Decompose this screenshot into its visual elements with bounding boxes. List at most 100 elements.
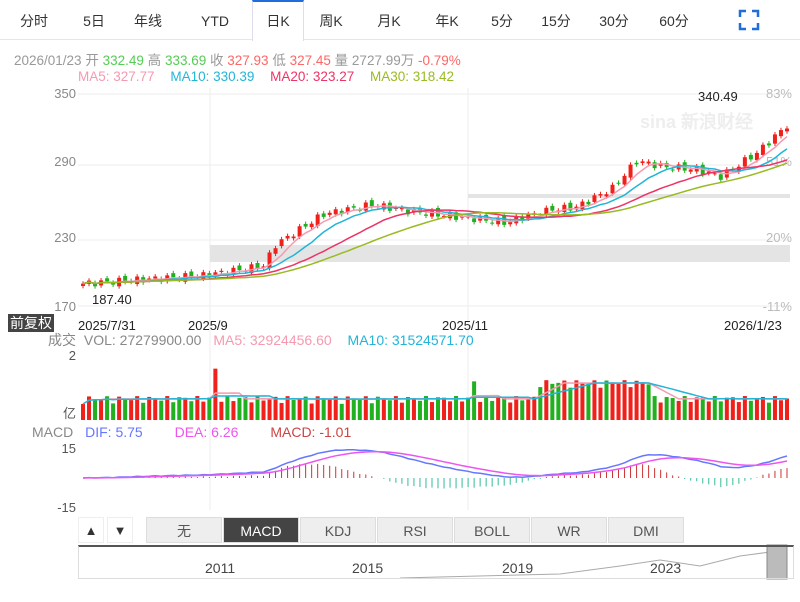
volume-bar [688,401,693,420]
volume-bar [502,397,507,420]
volume-bar [778,400,783,420]
volume-bar [592,380,597,420]
volume-bar [309,403,314,420]
volume-bar [586,383,591,420]
candle [369,200,374,207]
volume-bar [345,396,350,420]
price-axis-label: 290 [54,154,76,169]
candle [778,130,783,137]
candle [652,162,657,169]
kline-chart[interactable]: sina 新浪财经35029023017083%51%20%-11%340.49… [0,0,800,602]
candle [303,223,308,227]
volume-bar [568,387,573,420]
volume-bar [670,398,675,420]
candle [333,209,338,215]
volume-bar [237,397,242,420]
candle [550,205,555,211]
candle [766,143,771,146]
volume-bar [442,397,447,420]
volume-bar [448,401,453,420]
volume-bar [297,398,302,420]
pct-axis-label: 83% [766,86,792,101]
volume-bar [508,402,513,420]
candle [646,161,651,164]
volume-bar [351,398,356,420]
volume-bar [706,401,711,420]
volume-bar [159,400,164,420]
vol-value: VOL: 27279900.00 [83,332,202,348]
range-navigator[interactable] [78,545,794,579]
pct-axis-label: 20% [766,230,792,245]
price-axis-label: 170 [54,299,76,314]
candle [628,164,633,178]
volume-bar [369,403,374,420]
candle [712,173,717,175]
volume-bar [718,401,723,420]
indicator-tab-BOLL[interactable]: BOLL [454,517,530,543]
volume-bar [748,400,753,420]
volume-bar [375,396,380,420]
volume-bar [694,397,699,420]
volume-bar [279,402,284,420]
vol-axis-unit: 亿 [63,406,76,421]
volume-bar [153,398,158,420]
indicator-tab-DMI[interactable]: DMI [608,517,684,543]
volume-bar [273,396,278,420]
volume-bar [123,398,128,420]
pct-axis-label: -11% [763,299,793,314]
vol-ma5: MA5: 32924456.60 [213,332,332,348]
volume-bar [724,397,729,420]
volume-bar [676,400,681,420]
candle [598,194,603,196]
max-price-label: 340.49 [698,89,738,104]
volume-bar [189,401,194,420]
volume-bar [417,400,422,420]
candle [784,128,789,132]
volume-bar [664,397,669,420]
scroll-down-button[interactable]: ▼ [107,517,133,543]
scroll-up-button[interactable]: ▲ [78,517,104,543]
volume-bar [478,401,483,420]
volume-bar [381,398,386,420]
volume-bar [327,399,332,420]
vol-ma5-line [82,382,788,405]
volume-bar [129,400,134,420]
dif-line [82,449,788,479]
volume-bar [634,380,639,420]
indicator-tab-KDJ[interactable]: KDJ [300,517,376,543]
volume-bar [562,380,567,420]
indicator-tab-RSI[interactable]: RSI [377,517,453,543]
indicator-tab-MACD[interactable]: MACD [223,517,299,543]
candle [640,161,645,164]
candle [610,184,615,194]
candle [321,213,326,217]
volume-bar [333,396,338,420]
volume-bar [616,383,621,420]
candle [327,212,332,215]
volume-bar [580,383,585,420]
volume-bar [496,398,501,420]
volume-bar [267,398,272,420]
volume-bar [472,381,477,420]
volume-bar [610,382,615,420]
price-band [468,194,790,198]
candle [351,206,356,208]
volume-bar [291,399,296,420]
candle [237,265,242,271]
candle [472,218,477,223]
indicator-tab-无[interactable]: 无 [146,517,222,543]
indicator-tab-WR[interactable]: WR [531,517,607,543]
volume-bar [700,397,705,420]
volume-bar [526,398,531,420]
volume-bar [321,399,326,420]
volume-bar [598,387,603,420]
volume-bar [604,380,609,420]
candle [622,175,627,185]
volume-bar [225,396,230,420]
candle [279,239,284,247]
volume-bar [261,400,266,420]
volume-bar [207,397,212,420]
candle [586,201,591,205]
volume-bar [339,403,344,420]
price-axis-label: 230 [54,230,76,245]
